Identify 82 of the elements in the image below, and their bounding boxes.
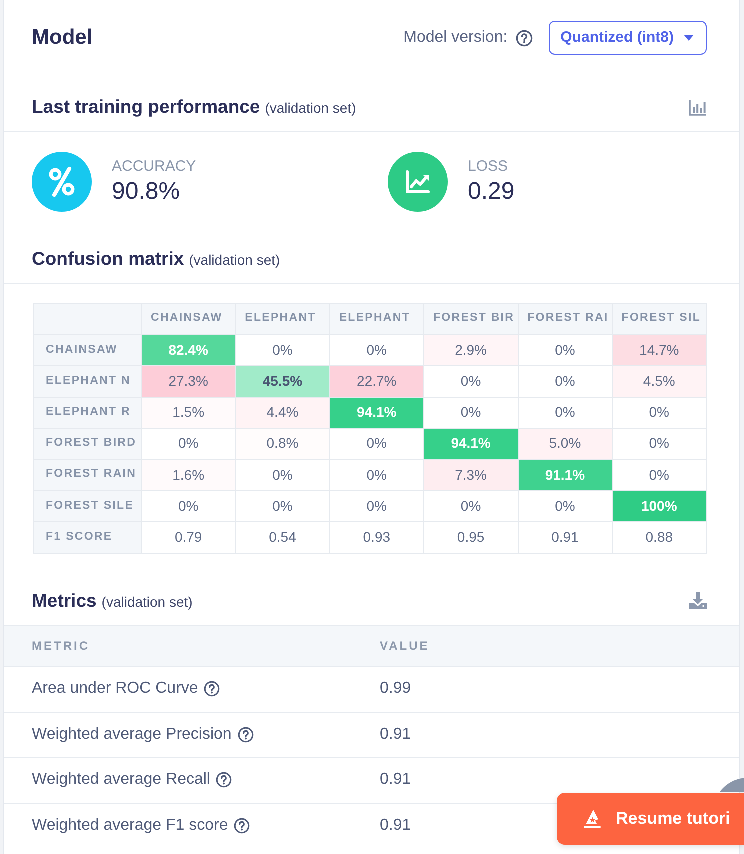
matrix-cell: 0.79 — [142, 522, 236, 553]
column-header: VALUE — [380, 626, 739, 666]
matrix-cell: 0% — [612, 428, 706, 460]
matrix-cell: 22.7% — [330, 366, 424, 398]
matrix-cell: 0% — [236, 490, 330, 522]
matrix-cell: 27.3% — [142, 366, 236, 398]
matrix-cell: 0.93 — [330, 522, 424, 553]
resume-tutorial-button[interactable]: Resume tutori — [557, 793, 744, 845]
matrix-cell: 0% — [142, 490, 236, 522]
matrix-cell: 0% — [424, 397, 518, 428]
model-version-dropdown[interactable]: Quantized (int8) — [548, 21, 707, 55]
matrix-cell: 0.95 — [424, 522, 518, 553]
matrix-column-label: CHAINSAW — [142, 304, 236, 335]
caret-icon — [684, 35, 694, 41]
matrix-row-label: FOREST SILE — [34, 490, 142, 522]
metric-name: Area under ROC Curve — [32, 679, 198, 700]
matrix-cell: 1.5% — [142, 397, 236, 428]
help-icon[interactable] — [516, 30, 533, 46]
matrix-row-label: ELEPHANT R — [34, 397, 142, 428]
matrix-cell: 7.3% — [424, 459, 518, 491]
metric-value: 0.99 — [380, 680, 412, 698]
matrix-cell: 0.54 — [236, 522, 330, 553]
matrix-cell: 0.91 — [518, 522, 612, 553]
help-icon[interactable] — [238, 726, 254, 743]
matrix-cell: 4.5% — [612, 366, 706, 398]
matrix-row-label: CHAINSAW — [34, 334, 142, 366]
page-title: Model — [32, 25, 93, 51]
stat-value: 0.29 — [468, 177, 515, 207]
matrix-cell: 1.6% — [142, 459, 236, 491]
matrix-cell: 4.4% — [236, 397, 330, 428]
matrix-cell: 91.1% — [518, 459, 612, 491]
matrix-cell: 0% — [236, 459, 330, 491]
section-subtitle: (validation set) — [189, 251, 280, 270]
matrix-cell: 2.9% — [424, 334, 518, 366]
metric-value: 0.91 — [380, 817, 412, 834]
wizard-hat-icon — [583, 809, 602, 829]
matrix-cell: 0% — [612, 397, 706, 428]
matrix-column-label: ELEPHANT — [236, 304, 330, 335]
matrix-cell: 0.8% — [236, 428, 330, 460]
matrix-column-label: ELEPHANT — [330, 304, 424, 335]
metric-name: Weighted average Precision — [32, 724, 232, 745]
matrix-row-label: ELEPHANT N — [34, 366, 142, 398]
bar-chart-icon[interactable] — [689, 98, 707, 116]
section-title: Last training performance — [32, 95, 260, 119]
section-title: Metrics — [32, 588, 97, 612]
help-icon[interactable] — [204, 681, 220, 698]
download-icon[interactable] — [689, 592, 707, 609]
matrix-cell: 14.7% — [612, 334, 706, 366]
matrix-cell: 0% — [518, 397, 612, 428]
matrix-row-label: F1 SCORE — [34, 522, 142, 553]
matrix-cell: 0% — [518, 490, 612, 522]
matrix-row-label: FOREST BIRD — [34, 428, 142, 460]
column-header: METRIC — [4, 626, 380, 666]
metric-name: Weighted average Recall — [32, 770, 210, 790]
help-icon[interactable] — [234, 818, 250, 834]
model-version-label: Model version: — [404, 28, 508, 48]
section-title: Confusion matrix — [32, 247, 184, 271]
stat-label: LOSS — [468, 157, 510, 177]
matrix-cell: 0% — [424, 490, 518, 522]
matrix-column-label: FOREST BIR — [424, 304, 518, 335]
matrix-row-label: FOREST RAIN — [34, 459, 142, 491]
help-icon[interactable] — [216, 772, 232, 788]
section-subtitle: (validation set) — [102, 592, 193, 612]
matrix-column-label: FOREST RAI — [518, 304, 612, 335]
stat-value: 90.8% — [112, 177, 182, 207]
metric-value: 0.91 — [380, 771, 412, 788]
section-subtitle: (validation set) — [265, 99, 356, 118]
matrix-cell: 82.4% — [142, 334, 236, 366]
matrix-cell: 5.0% — [518, 428, 612, 460]
stat-label: ACCURACY — [112, 157, 196, 177]
matrix-cell: 100% — [612, 490, 706, 522]
metric-value: 0.91 — [380, 726, 412, 743]
matrix-cell: 0.88 — [612, 522, 706, 553]
matrix-cell: 94.1% — [330, 397, 424, 428]
matrix-cell: 0% — [518, 334, 612, 366]
matrix-cell: 0% — [330, 490, 424, 522]
matrix-cell: 94.1% — [424, 428, 518, 460]
matrix-cell: 45.5% — [236, 366, 330, 398]
matrix-column-label: FOREST SIL — [612, 304, 706, 335]
matrix-cell: 0% — [518, 366, 612, 398]
metric-name: Weighted average F1 score — [32, 816, 228, 836]
matrix-cell: 0% — [424, 366, 518, 398]
